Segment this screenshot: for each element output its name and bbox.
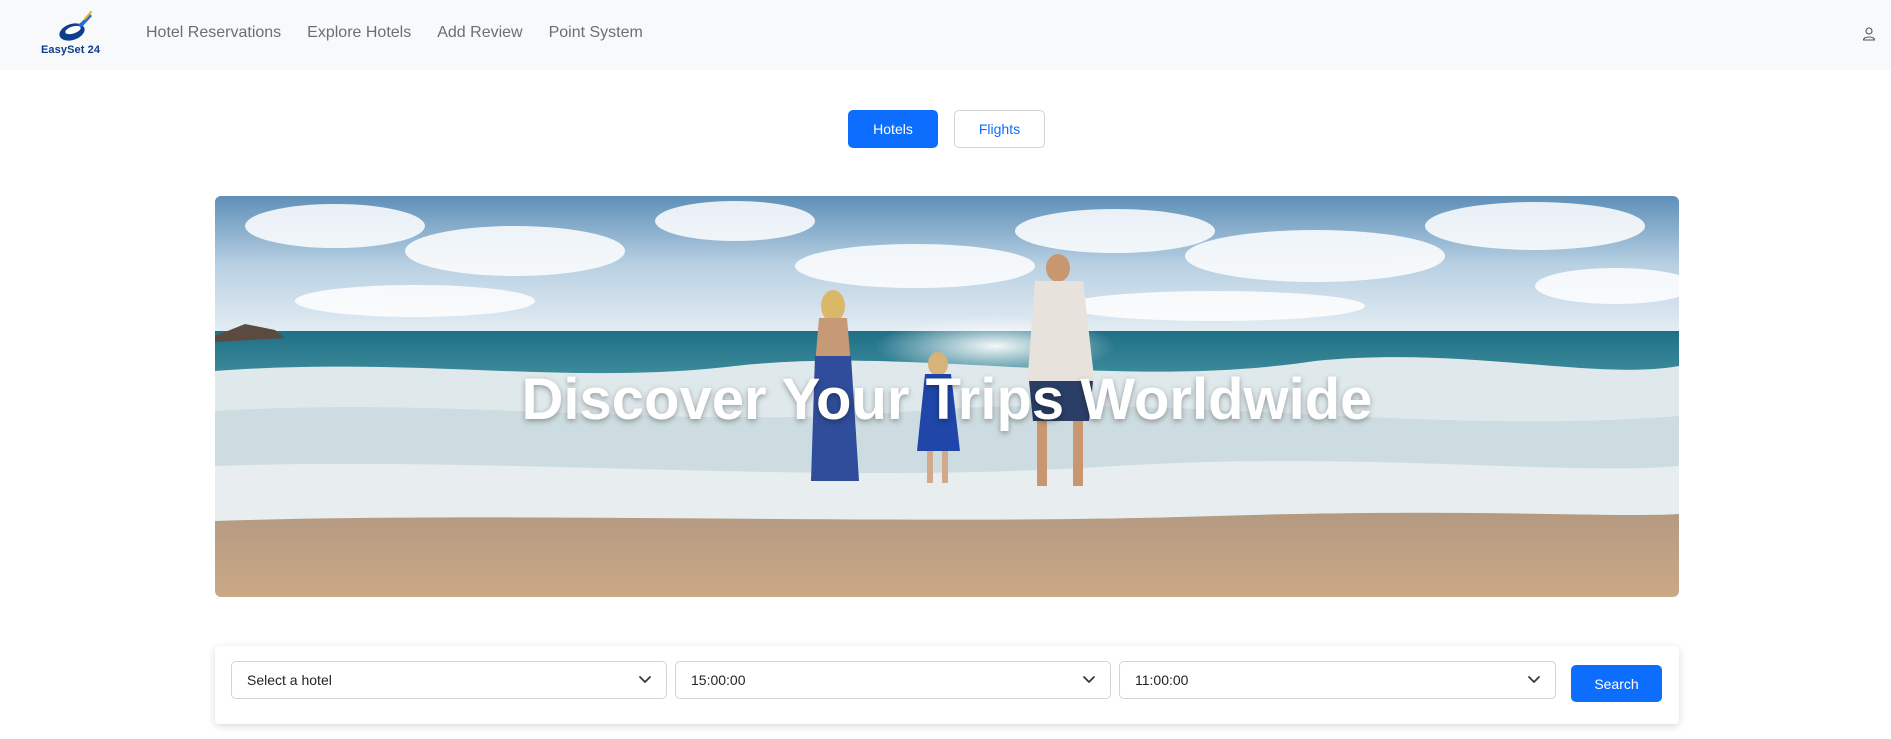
hero-title: Discover Your Trips Worldwide [521, 367, 1373, 432]
nav-hotel-reservations[interactable]: Hotel Reservations [146, 24, 281, 42]
hotels-tab-button[interactable]: Hotels [848, 110, 938, 148]
hotel-select[interactable]: Select a hotel [231, 661, 667, 699]
checkin-time-select[interactable]: 15:00:00 [675, 661, 1111, 699]
brand-logo[interactable]: EasySet 24 [40, 11, 104, 59]
chevron-down-icon [639, 676, 651, 683]
checkin-time-value: 15:00:00 [691, 672, 746, 688]
hero-banner: Discover Your Trips Worldwide [215, 196, 1679, 597]
checkout-time-select[interactable]: 11:00:00 [1119, 661, 1556, 699]
flights-tab-button[interactable]: Flights [954, 110, 1045, 148]
search-button[interactable]: Search [1571, 665, 1662, 702]
brand-name: EasySet 24 [41, 44, 101, 56]
nav-point-system[interactable]: Point System [549, 24, 643, 42]
plane-globe-logo-icon [59, 11, 92, 41]
nav-add-review[interactable]: Add Review [437, 24, 522, 42]
nav-links: Hotel Reservations Explore Hotels Add Re… [146, 24, 643, 42]
top-navbar: EasySet 24 Hotel Reservations Explore Ho… [0, 0, 1891, 70]
nav-explore-hotels[interactable]: Explore Hotels [307, 24, 411, 42]
search-form: Select a hotel 15:00:00 11:00:00 Search [215, 646, 1679, 724]
checkout-time-value: 11:00:00 [1135, 672, 1189, 688]
hotel-select-value: Select a hotel [247, 672, 332, 688]
chevron-down-icon [1083, 676, 1095, 683]
user-icon[interactable] [1862, 27, 1876, 41]
chevron-down-icon [1528, 676, 1540, 683]
